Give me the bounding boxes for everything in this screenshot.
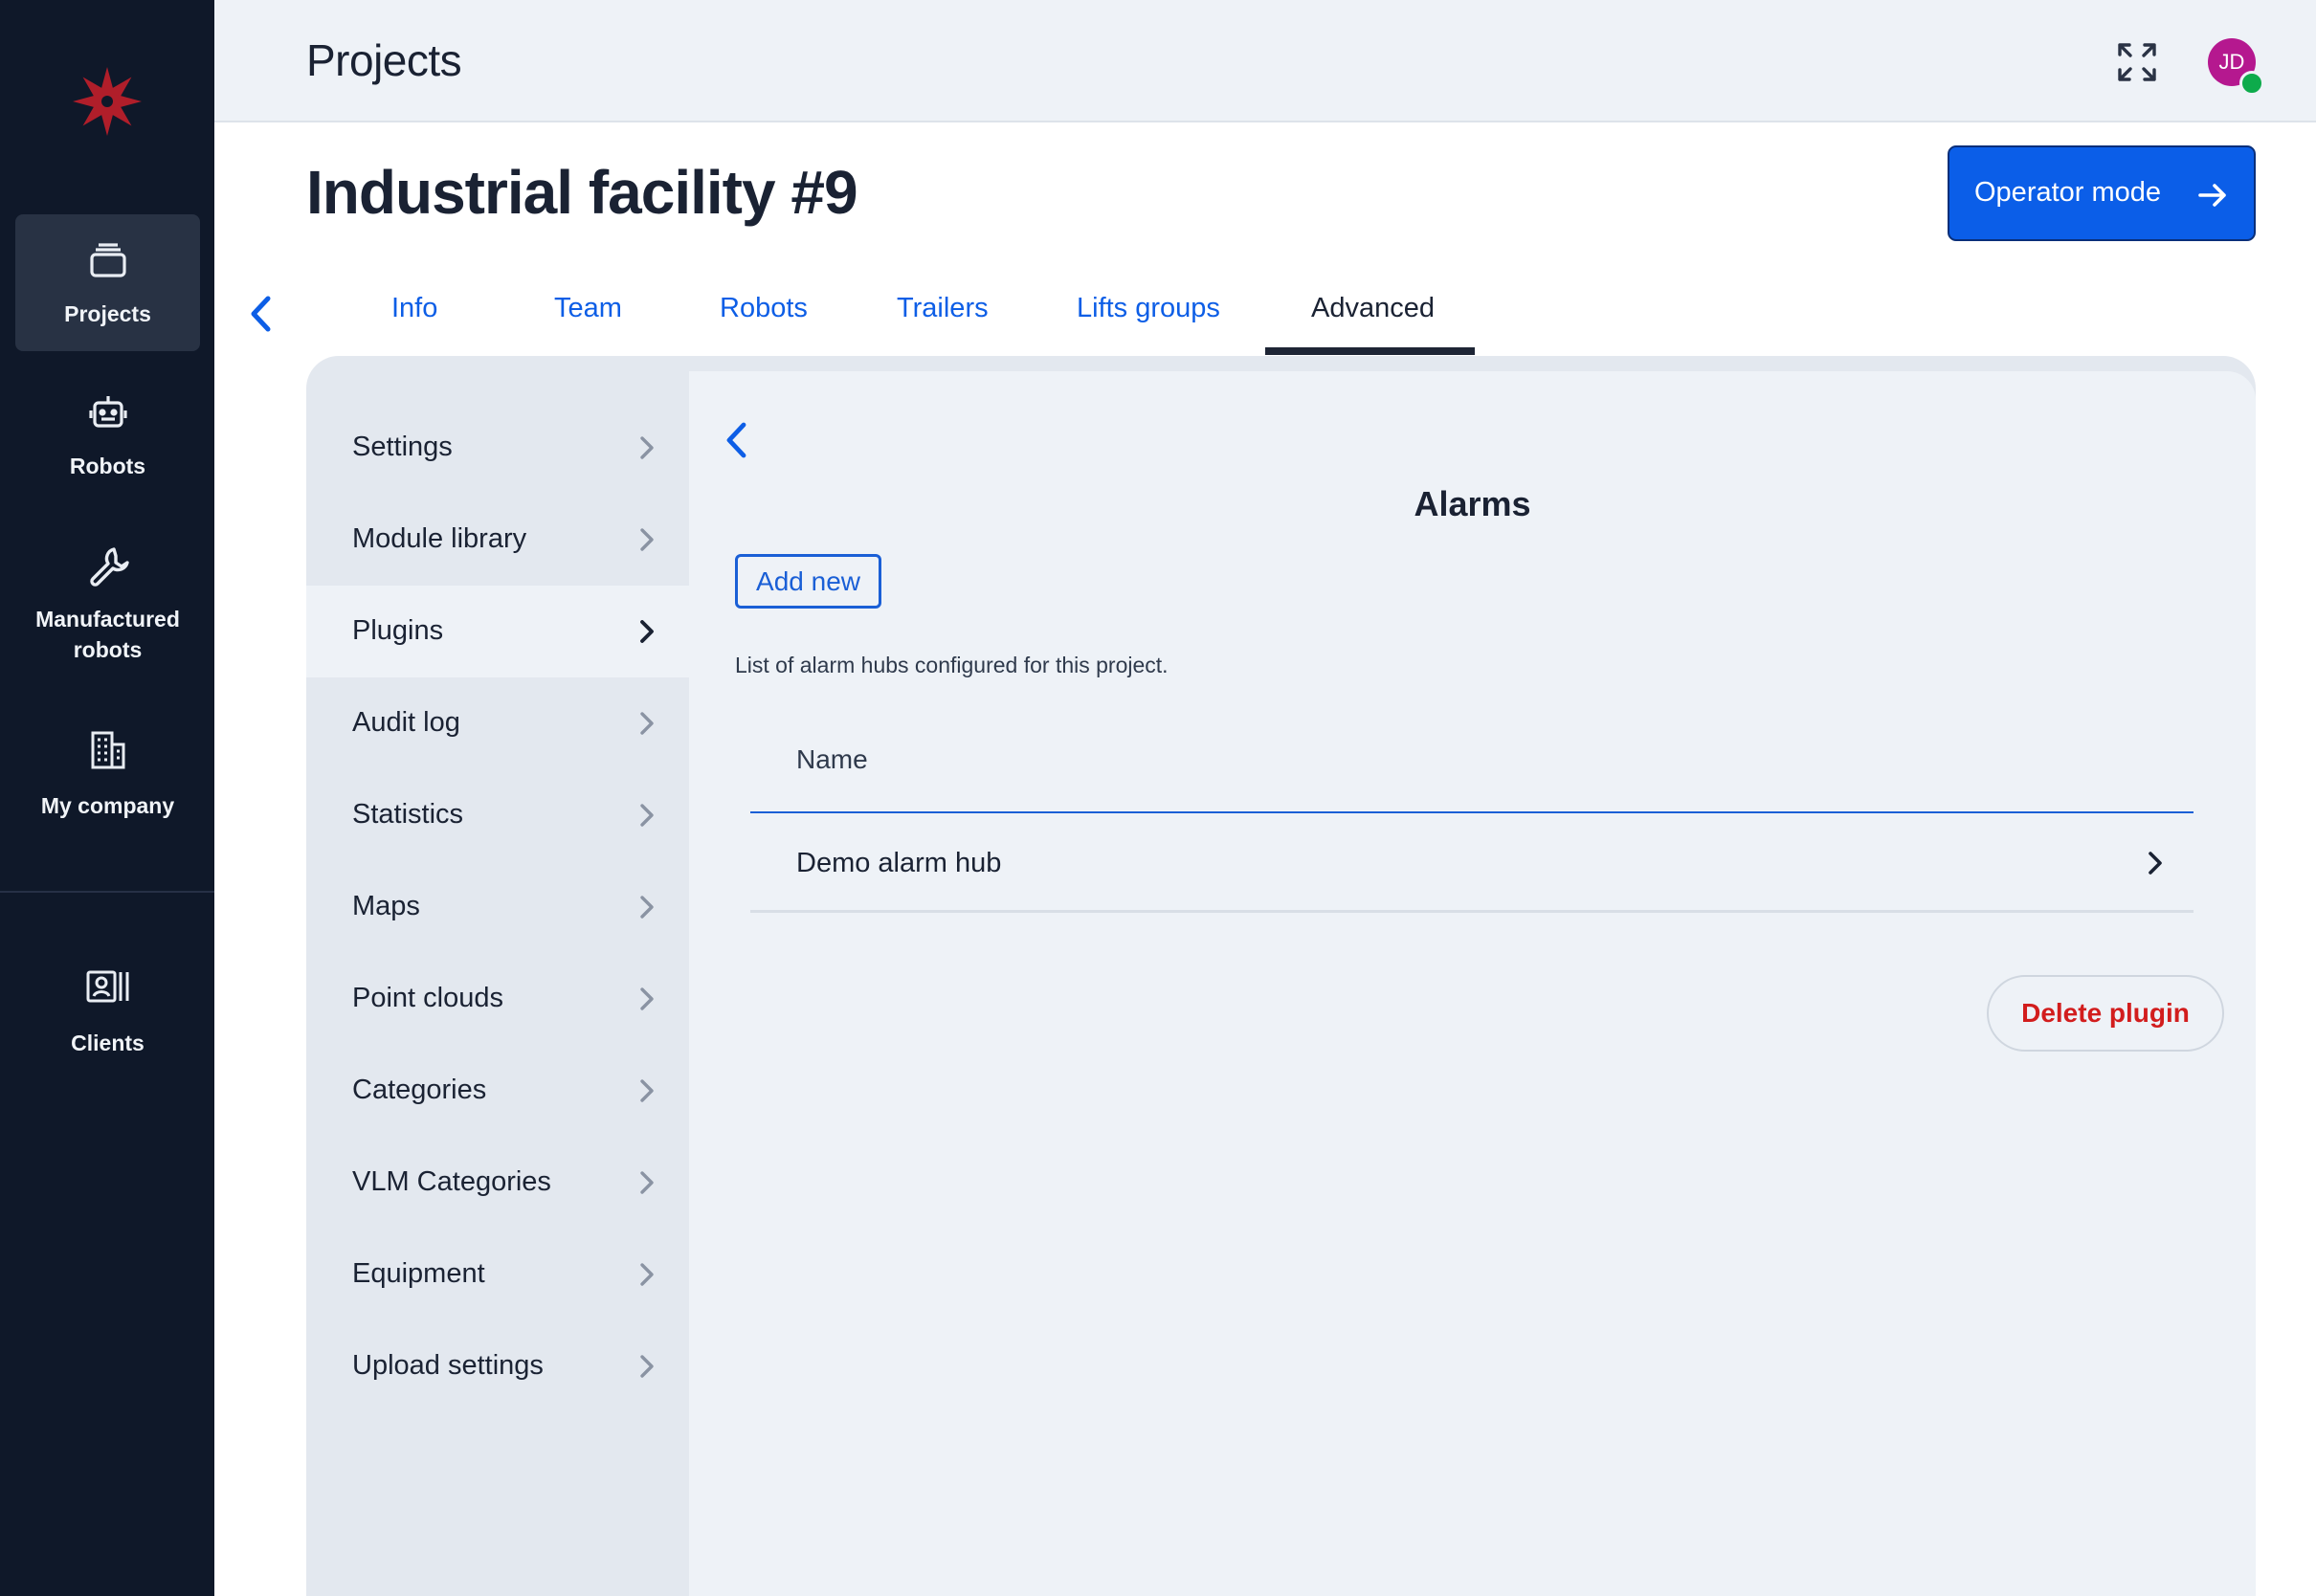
submenu-item-label: Settings	[352, 432, 453, 462]
table-column-header-name[interactable]: Name	[796, 744, 868, 775]
back-button[interactable]	[245, 293, 278, 335]
submenu-item-label: Equipment	[352, 1258, 485, 1289]
table-row[interactable]: Demo alarm hub	[750, 813, 2194, 913]
submenu-item-equipment[interactable]: Equipment	[306, 1229, 689, 1320]
building-icon	[91, 731, 124, 769]
submenu-item-point-clouds[interactable]: Point clouds	[306, 953, 689, 1045]
operator-mode-label: Operator mode	[1974, 177, 2162, 208]
chevron-right-icon	[640, 804, 654, 827]
main-sidebar: Projects Robots Manufactured robots My c…	[0, 0, 214, 1596]
submenu-item-label: Module library	[352, 523, 527, 554]
fullscreen-button[interactable]	[2113, 38, 2161, 86]
submenu-item-label: Categories	[352, 1075, 487, 1105]
chevron-right-icon	[640, 712, 654, 735]
submenu-item-upload-settings[interactable]: Upload settings	[306, 1320, 689, 1412]
top-bar: Projects	[214, 0, 2316, 122]
nav-item-label: Projects	[64, 301, 151, 326]
nav-item-projects[interactable]: Projects	[15, 214, 200, 351]
nav-item-robots[interactable]: Robots	[15, 375, 200, 499]
submenu-item-vlm-categories[interactable]: VLM Categories	[306, 1137, 689, 1229]
submenu-item-audit-log[interactable]: Audit log	[306, 677, 689, 769]
submenu-item-label: Statistics	[352, 799, 464, 830]
submenu-item-categories[interactable]: Categories	[306, 1045, 689, 1137]
nav-item-label: Robots	[69, 454, 146, 478]
tab-robots[interactable]: Robots	[720, 293, 808, 324]
submenu-item-module-library[interactable]: Module library	[306, 494, 689, 586]
delete-plugin-button[interactable]: Delete plugin	[1987, 975, 2224, 1052]
wrench-icon	[89, 547, 129, 587]
chevron-right-icon	[640, 620, 654, 643]
chevron-right-icon	[2149, 852, 2162, 875]
contacts-icon	[86, 970, 128, 1003]
table-cell-name: Demo alarm hub	[796, 848, 1002, 878]
chevron-left-icon	[251, 296, 271, 332]
section-description: List of alarm hubs configured for this p…	[735, 653, 1169, 677]
nav-item-label: My company	[40, 793, 175, 818]
submenu-item-label: Plugins	[352, 615, 444, 646]
chevron-left-icon	[726, 422, 746, 458]
robot-icon	[88, 396, 127, 428]
online-status-indicator	[2239, 71, 2264, 96]
active-tab-indicator	[1265, 347, 1475, 355]
nav-divider	[0, 891, 214, 893]
chevron-right-icon	[640, 436, 654, 459]
tab-trailers[interactable]: Trailers	[897, 293, 989, 324]
fullscreen-icon	[2118, 43, 2156, 81]
chevron-right-icon	[640, 1079, 654, 1102]
chevron-right-icon	[640, 1263, 654, 1286]
submenu-item-label: Point clouds	[352, 983, 503, 1013]
submenu-item-plugins[interactable]: Plugins	[306, 586, 689, 677]
submenu-item-statistics[interactable]: Statistics	[306, 769, 689, 861]
tab-team[interactable]: Team	[554, 293, 622, 324]
submenu-item-settings[interactable]: Settings	[306, 402, 689, 494]
chevron-right-icon	[640, 1171, 654, 1194]
nav-item-clients[interactable]: Clients	[15, 953, 200, 1077]
snowflake-logo[interactable]	[70, 64, 145, 139]
tab-lifts-groups[interactable]: Lifts groups	[1077, 293, 1220, 324]
nav-item-my-company[interactable]: My company	[15, 714, 200, 838]
add-new-button[interactable]: Add new	[735, 554, 881, 609]
submenu-item-label: Maps	[352, 891, 420, 921]
section-title: Alarms	[1414, 484, 1531, 523]
tab-info[interactable]: Info	[391, 293, 437, 324]
submenu-item-label: VLM Categories	[352, 1166, 551, 1197]
chevron-right-icon	[640, 987, 654, 1010]
operator-mode-button[interactable]: Operator mode	[1948, 145, 2256, 241]
submenu-item-label: Upload settings	[352, 1350, 544, 1381]
page-title: Industrial facility #9	[306, 158, 858, 227]
detail-back-button[interactable]	[722, 417, 750, 463]
tab-advanced[interactable]: Advanced	[1311, 293, 1435, 324]
top-bar-title: Projects	[306, 35, 462, 85]
arrow-right-icon	[2198, 184, 2226, 207]
submenu-item-maps[interactable]: Maps	[306, 861, 689, 953]
nav-item-label: Clients	[71, 1031, 145, 1055]
chevron-right-icon	[640, 896, 654, 919]
nav-item-label: Manufactured robots	[35, 607, 180, 662]
chevron-right-icon	[640, 1355, 654, 1378]
folder-stack-icon	[89, 243, 126, 277]
chevron-right-icon	[640, 528, 654, 551]
submenu-item-label: Audit log	[352, 707, 460, 738]
nav-item-manufactured-robots[interactable]: Manufactured robots	[15, 528, 200, 681]
